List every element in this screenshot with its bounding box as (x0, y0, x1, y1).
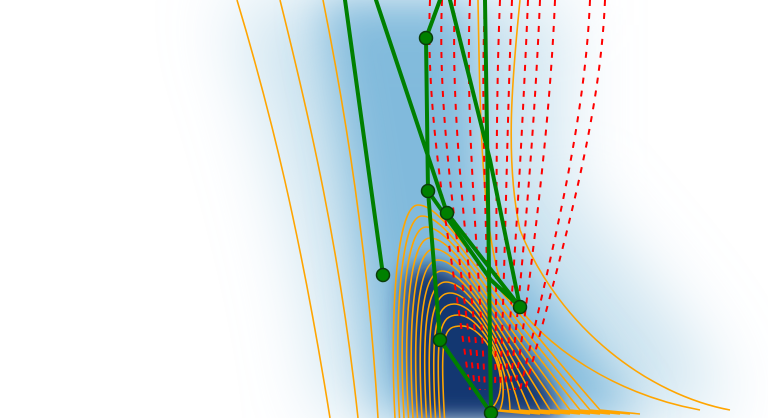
trajectory-marker (483, 405, 499, 418)
trajectory-marker (375, 267, 391, 283)
trajectory-marker (512, 299, 528, 315)
density-contour-plot (0, 0, 768, 418)
trajectory-marker (420, 183, 436, 199)
trajectory-marker (418, 30, 434, 46)
trajectory-marker (432, 332, 448, 348)
trajectory-marker (439, 205, 455, 221)
plot-canvas (0, 0, 768, 418)
